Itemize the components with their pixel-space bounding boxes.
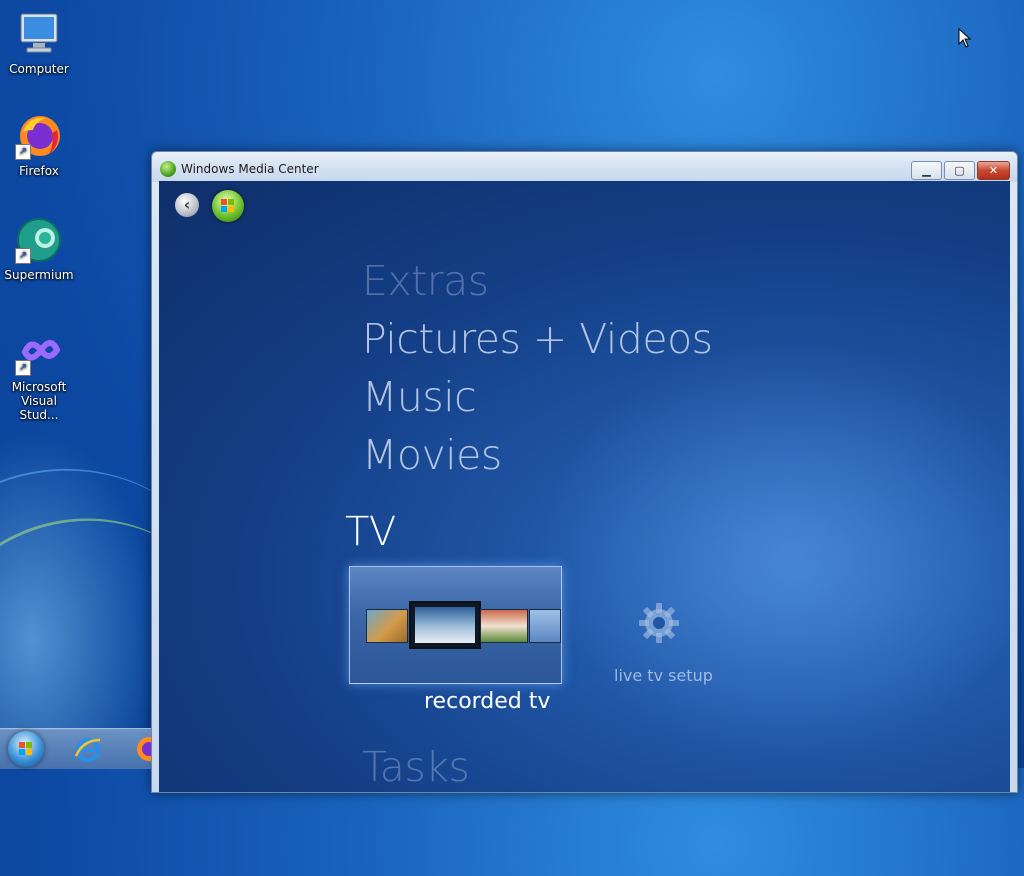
recorded-tv-label: recorded tv bbox=[424, 689, 551, 714]
taskbar bbox=[0, 728, 151, 769]
desktop-icon-computer[interactable]: Computer bbox=[1, 10, 77, 76]
menu-item-pictures-videos[interactable]: Pictures + Videos bbox=[362, 315, 713, 363]
firefox-icon[interactable] bbox=[134, 734, 151, 764]
window-titlebar[interactable]: Windows Media Center ▁ ▢ ✕ bbox=[152, 152, 1017, 182]
media-center-content: ‹ Extras Pictures + Videos Music Movies … bbox=[159, 181, 1010, 792]
media-center-start-button[interactable] bbox=[212, 190, 244, 222]
windows-flag-icon bbox=[221, 199, 235, 213]
shortcut-arrow-icon: ↗ bbox=[15, 248, 31, 264]
firefox-icon: ↗ bbox=[15, 112, 63, 160]
menu-item-tasks[interactable]: Tasks bbox=[362, 743, 470, 791]
maximize-icon: ▢ bbox=[954, 164, 965, 177]
recording-thumbnail-selected bbox=[409, 601, 481, 649]
menu-item-music[interactable]: Music bbox=[362, 373, 477, 421]
media-center-icon bbox=[160, 161, 176, 177]
computer-icon bbox=[15, 10, 63, 58]
menu-item-tv[interactable]: TV bbox=[345, 509, 396, 555]
menu-item-movies[interactable]: Movies bbox=[362, 431, 502, 479]
maximize-button[interactable]: ▢ bbox=[944, 161, 975, 180]
mouse-cursor-icon bbox=[958, 28, 972, 48]
desktop-icon-firefox[interactable]: ↗ Firefox bbox=[1, 112, 77, 178]
desktop-icon-visual-studio[interactable]: ↗ Microsoft Visual Stud... bbox=[1, 328, 77, 422]
close-button[interactable]: ✕ bbox=[977, 161, 1010, 180]
start-button[interactable] bbox=[8, 731, 44, 767]
menu-item-extras[interactable]: Extras bbox=[362, 257, 489, 305]
visual-studio-icon: ↗ bbox=[15, 328, 63, 376]
window-title: Windows Media Center bbox=[181, 162, 319, 176]
recording-thumbnail bbox=[529, 609, 561, 643]
shortcut-arrow-icon: ↗ bbox=[15, 360, 31, 376]
background-glow bbox=[539, 341, 1010, 761]
live-tv-setup-label[interactable]: live tv setup bbox=[614, 666, 713, 685]
desktop-icon-label: Computer bbox=[9, 62, 69, 76]
close-icon: ✕ bbox=[988, 164, 999, 177]
back-button[interactable]: ‹ bbox=[175, 193, 199, 217]
media-center-window: Windows Media Center ▁ ▢ ✕ ‹ Extras Pict… bbox=[151, 151, 1018, 793]
recording-thumbnail bbox=[366, 609, 408, 643]
recording-thumbnail bbox=[480, 609, 528, 643]
windows-flag-icon bbox=[19, 742, 33, 756]
internet-explorer-icon[interactable] bbox=[73, 734, 103, 764]
minimize-icon: ▁ bbox=[922, 164, 931, 177]
desktop-icon-supermium[interactable]: ↗ Supermium bbox=[1, 216, 77, 282]
shortcut-arrow-icon: ↗ bbox=[15, 144, 31, 160]
minimize-button[interactable]: ▁ bbox=[911, 161, 942, 180]
recorded-tv-tile[interactable] bbox=[349, 566, 562, 684]
desktop-icon-label: Microsoft Visual Stud... bbox=[11, 380, 67, 422]
gear-icon[interactable] bbox=[637, 601, 681, 645]
desktop-icon-label: Supermium bbox=[4, 268, 74, 282]
desktop-icon-label: Firefox bbox=[19, 164, 59, 178]
supermium-icon: ↗ bbox=[15, 216, 63, 264]
back-arrow-icon: ‹ bbox=[183, 195, 191, 214]
